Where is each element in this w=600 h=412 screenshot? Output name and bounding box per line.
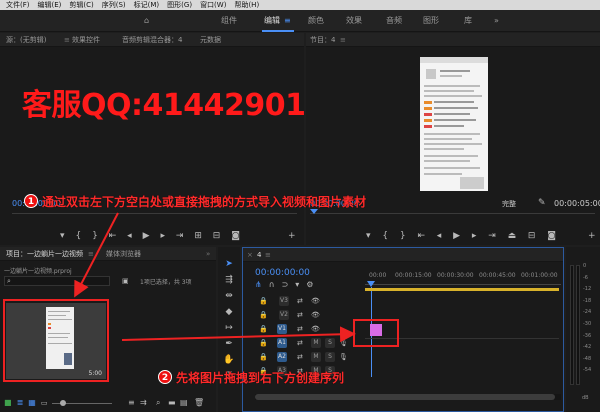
- arrow-to-timeline: [121, 326, 356, 343]
- annotation-arrows: [74, 212, 356, 343]
- arrow-to-project: [74, 212, 119, 298]
